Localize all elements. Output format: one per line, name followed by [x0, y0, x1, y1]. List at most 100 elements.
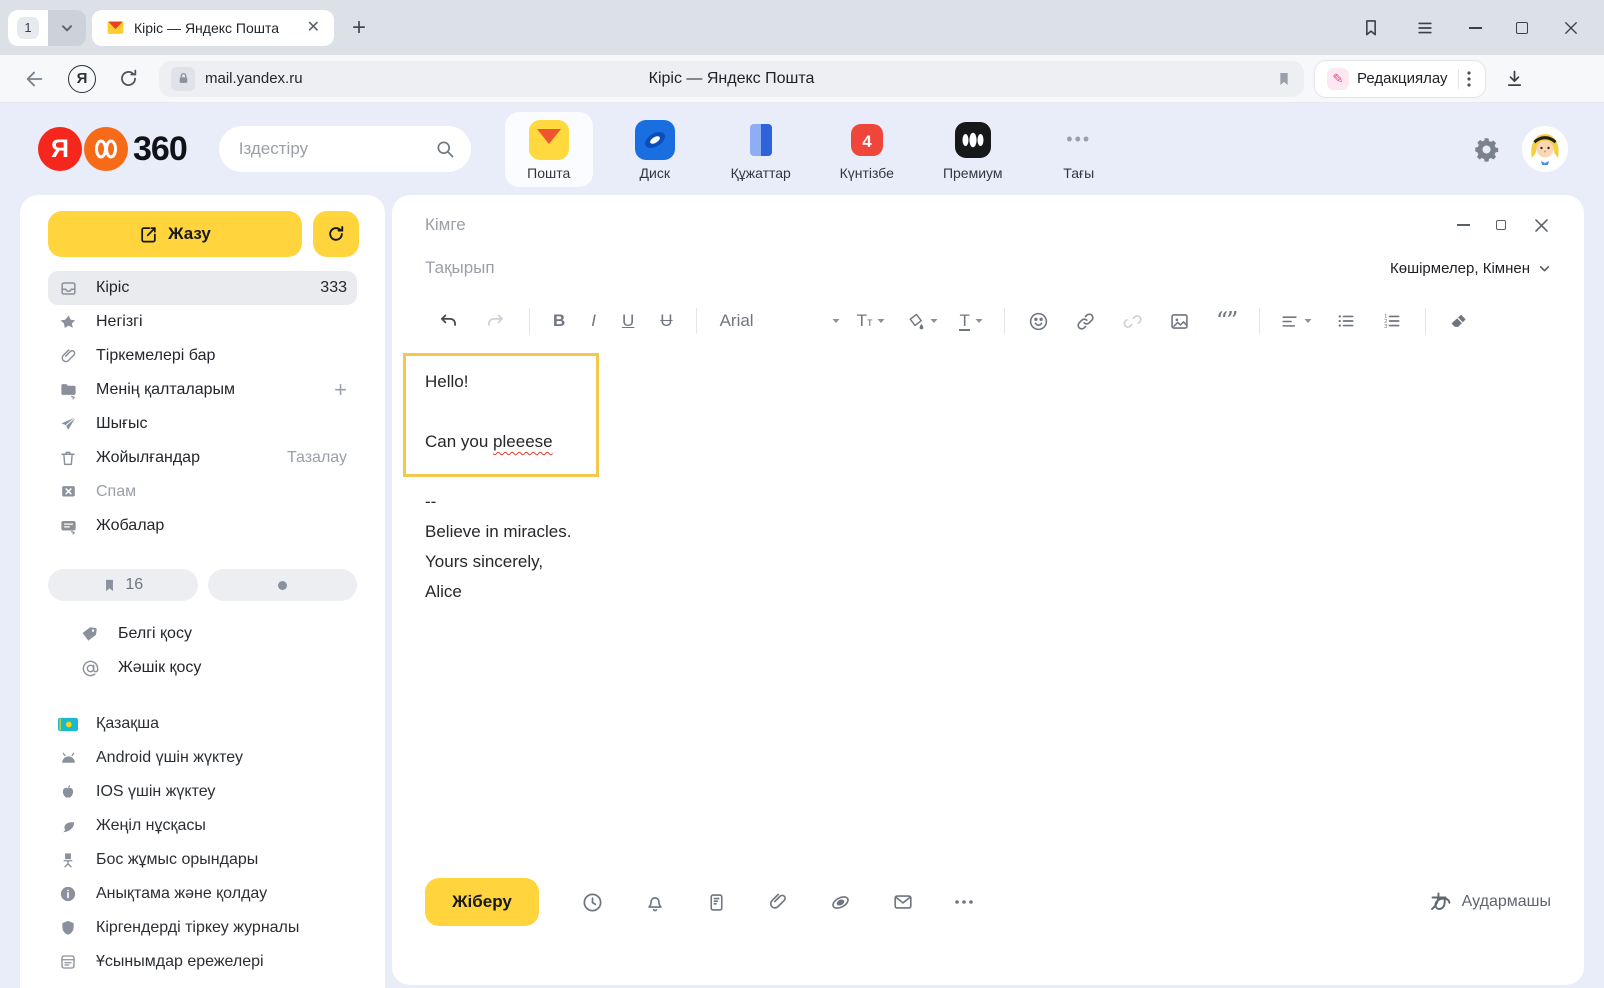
chevron-down-icon	[60, 21, 74, 35]
chevron-down-icon	[1538, 262, 1551, 275]
schedule-send-icon[interactable]	[561, 891, 624, 914]
redo-icon[interactable]	[472, 311, 519, 332]
sidebar-link-help[interactable]: Анықтама және қолдау	[48, 877, 357, 911]
bold-icon[interactable]: B	[540, 311, 578, 331]
sidebar-item-projects[interactable]: Жобалар	[48, 509, 357, 543]
font-size-select[interactable]: Tт	[847, 311, 897, 331]
service-calendar[interactable]: 4 Күнтізбе	[823, 112, 911, 187]
sidebar-link-android[interactable]: Android үшін жүктеу	[48, 741, 357, 775]
attach-file-icon[interactable]	[747, 891, 809, 913]
tab-list-chevron-button[interactable]	[48, 10, 86, 46]
search-icon[interactable]	[435, 139, 455, 159]
font-family-select[interactable]: Arial	[707, 311, 847, 331]
text-color-select[interactable]: T	[949, 312, 993, 331]
dot-pill[interactable]	[208, 569, 358, 601]
undo-icon[interactable]	[425, 311, 472, 332]
search-placeholder: Іздестіру	[239, 139, 435, 159]
tab-list-button[interactable]: 1	[8, 10, 86, 46]
service-premium[interactable]: Премиум	[929, 112, 1017, 187]
strikethrough-icon[interactable]: U	[647, 311, 685, 331]
bookmark-icon[interactable]	[1276, 71, 1292, 87]
window-minimize-button[interactable]	[1469, 27, 1482, 29]
compose-minimize-icon[interactable]	[1457, 224, 1470, 226]
sidebar-item-add-mailbox[interactable]: Жәшік қосу	[70, 651, 357, 685]
window-close-button[interactable]	[1562, 19, 1580, 37]
window-maximize-button[interactable]	[1516, 22, 1528, 34]
browser-menu-icon[interactable]	[1415, 18, 1435, 38]
sidebar-link-ios[interactable]: IOS үшін жүктеу	[48, 775, 357, 809]
to-field[interactable]: Кімге	[425, 215, 466, 235]
unlink-icon[interactable]	[1109, 311, 1156, 332]
sidebar-item-primary[interactable]: Негізгі	[48, 305, 357, 339]
italic-icon[interactable]: I	[578, 311, 609, 331]
translator-button[interactable]: Аудармашы	[1428, 890, 1551, 914]
reload-icon[interactable]	[106, 68, 151, 89]
sidebar-link-light-version[interactable]: Жеңіл нұсқасы	[48, 809, 357, 843]
feather-icon	[58, 817, 78, 835]
compose-restore-icon[interactable]	[1496, 220, 1506, 230]
underline-icon[interactable]: U	[609, 311, 647, 331]
tab-count-segment[interactable]: 1	[8, 10, 48, 46]
tab-close-icon[interactable]: ✕	[303, 18, 324, 38]
link-icon[interactable]	[1062, 311, 1109, 332]
settings-gear-icon[interactable]	[1473, 136, 1500, 163]
sidebar-item-spam[interactable]: Спам	[48, 475, 357, 509]
refresh-button[interactable]	[313, 211, 359, 257]
service-disk[interactable]: Диск	[611, 112, 699, 187]
yandex-360-logo[interactable]: Я 360	[38, 127, 187, 171]
fill-color-icon	[906, 312, 925, 331]
sidebar-item-with-attachments[interactable]: Тіркемелері бар	[48, 339, 357, 373]
browser-tab[interactable]: Кіріс — Яндекс Пошта ✕	[92, 10, 334, 46]
bookmarks-pill[interactable]: 16	[48, 569, 198, 601]
template-icon[interactable]	[686, 892, 747, 913]
browser-tab-bar: 1 Кіріс — Яндекс Пошта ✕ +	[0, 0, 1604, 55]
address-bar[interactable]: mail.yandex.ru Кіріс — Яндекс Пошта	[159, 61, 1304, 97]
send-button[interactable]: Жіберу	[425, 878, 539, 926]
service-docs[interactable]: Құжаттар	[717, 112, 805, 187]
attach-from-mail-icon[interactable]	[872, 891, 934, 913]
highlight-color-select[interactable]	[896, 312, 949, 331]
eraser-icon[interactable]	[1436, 311, 1482, 331]
more-actions-icon[interactable]	[934, 899, 994, 905]
back-icon[interactable]	[12, 68, 58, 90]
new-tab-button[interactable]: +	[344, 14, 374, 42]
attach-from-disk-icon[interactable]	[809, 891, 872, 914]
subject-field[interactable]: Тақырып	[425, 258, 495, 278]
service-mail[interactable]: Пошта	[505, 112, 593, 187]
service-more[interactable]: ••• Тағы	[1035, 112, 1123, 187]
search-input[interactable]: Іздестіру	[219, 126, 471, 172]
emoji-icon[interactable]	[1015, 311, 1062, 332]
align-select[interactable]	[1270, 312, 1323, 331]
lock-icon[interactable]	[171, 67, 195, 91]
sidebar-link-login-journal[interactable]: Кіргендерді тіркеу журналы	[48, 911, 357, 945]
bullet-list-icon[interactable]	[1323, 311, 1369, 331]
cc-from-toggle[interactable]: Көшірмелер, Кімнен	[1390, 260, 1551, 277]
insert-image-icon[interactable]	[1156, 311, 1203, 332]
yandex-360-rings-icon	[84, 127, 128, 171]
sidebar-item-my-folders[interactable]: Менің қалталарым +	[48, 373, 357, 407]
more-options-icon[interactable]	[1459, 71, 1479, 87]
quote-icon[interactable]: “”	[1203, 314, 1250, 328]
yandex-logo-button[interactable]: Я	[68, 65, 96, 93]
sidebar-link-language[interactable]: Қазақша	[48, 707, 357, 741]
sidebar-item-sent[interactable]: Шығыс	[48, 407, 357, 441]
bookmark-count: 16	[125, 576, 143, 594]
sidebar-link-recommendations[interactable]: Ұсынымдар ережелері	[48, 945, 357, 979]
notification-bell-icon[interactable]	[624, 891, 686, 913]
message-body[interactable]: Hello! Can you pleeese -- Believe in mir…	[425, 367, 571, 607]
sidebar-item-inbox[interactable]: Кіріс 333	[48, 271, 357, 305]
sidebar-item-trash[interactable]: Жойылғандар Тазалау	[48, 441, 357, 475]
edit-sparkle-icon: ✎	[1327, 68, 1349, 90]
compose-button[interactable]: Жазу	[48, 211, 302, 257]
caret-down-icon	[831, 316, 841, 326]
numbered-list-icon[interactable]: 123	[1369, 311, 1415, 331]
downloads-icon[interactable]	[1504, 68, 1525, 89]
sidebar-item-add-label[interactable]: Белгі қосу	[70, 617, 357, 651]
edit-mode-button[interactable]: ✎ Редакциялау	[1314, 60, 1486, 98]
add-folder-icon[interactable]: +	[334, 377, 347, 403]
side-panel-icon[interactable]	[1361, 18, 1381, 38]
user-avatar[interactable]	[1522, 126, 1568, 172]
clear-trash-link[interactable]: Тазалау	[287, 449, 347, 467]
compose-close-icon[interactable]	[1532, 216, 1551, 235]
sidebar-link-vacancies[interactable]: Бос жұмыс орындары	[48, 843, 357, 877]
